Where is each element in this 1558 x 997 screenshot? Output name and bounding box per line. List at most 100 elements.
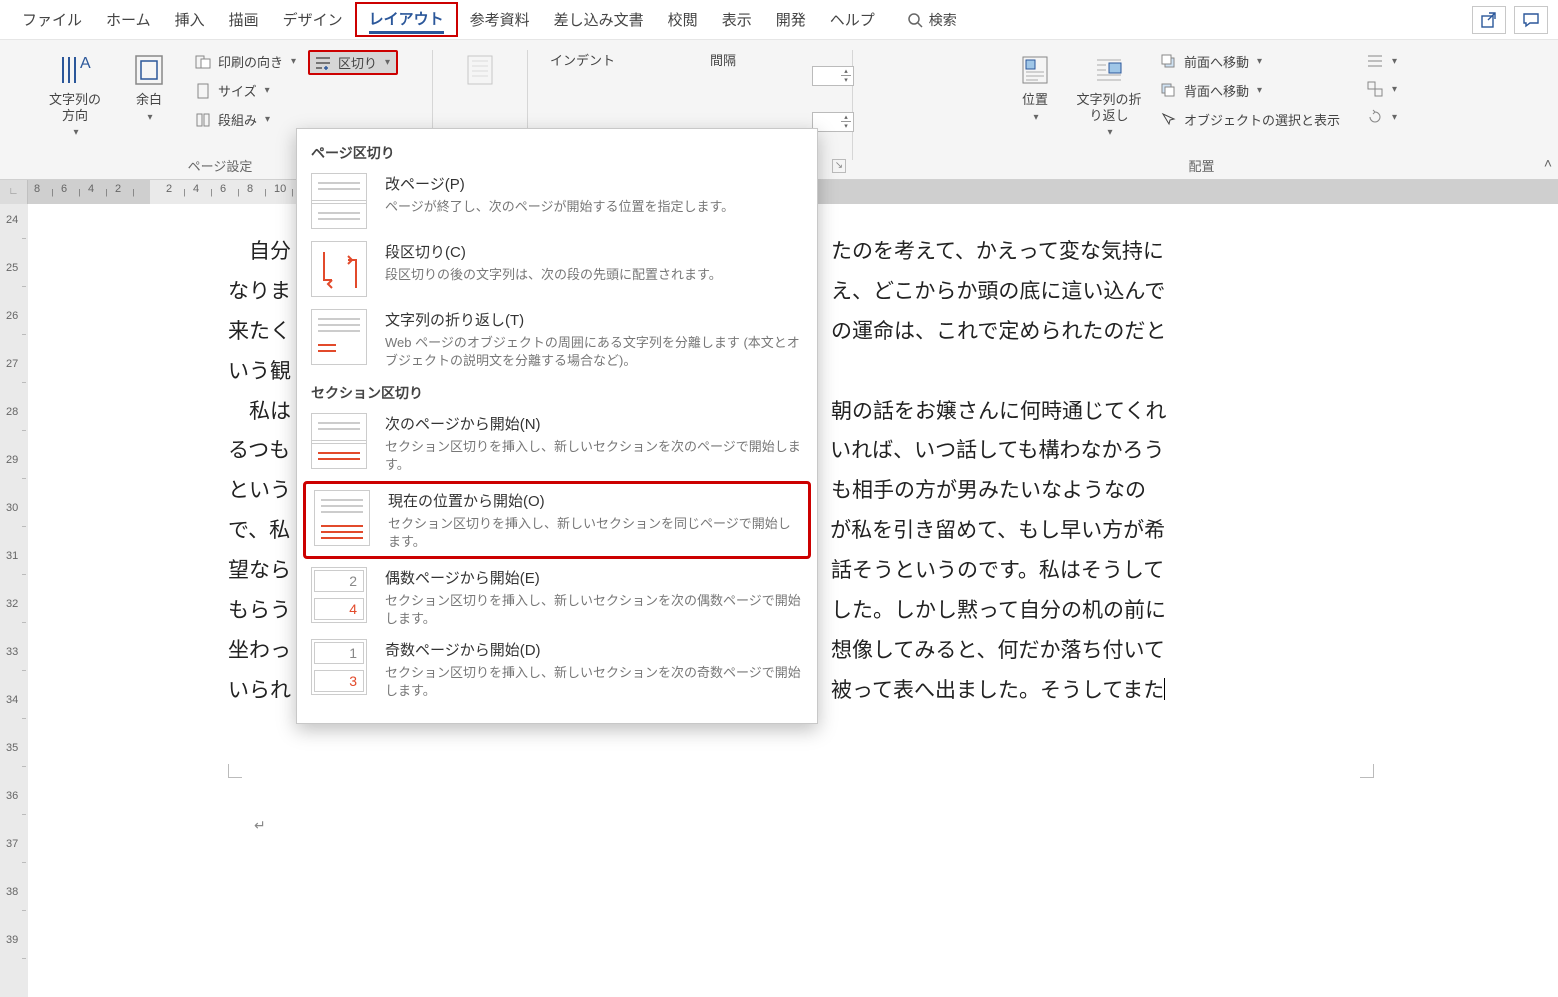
doc-text: いられ — [228, 679, 291, 702]
selection-pane-icon — [1160, 111, 1178, 129]
doc-text: たのを考えて、かえって変な気持に — [831, 240, 1164, 263]
doc-text: 坐わっ — [228, 639, 291, 662]
doc-text: 望なら — [228, 559, 291, 582]
break-item-continuous[interactable]: 現在の位置から開始(O)セクション区切りを挿入し、新しいセクションを同じページで… — [303, 481, 811, 559]
position-icon — [1017, 52, 1053, 88]
doc-text: いう観 — [228, 360, 291, 383]
margins-button[interactable]: 余白 ▾ — [116, 46, 182, 124]
send-backward-button[interactable]: 背面へ移動▾ — [1156, 79, 1344, 102]
text-direction-icon: A — [57, 52, 93, 88]
rotate-button[interactable]: ▾ — [1362, 106, 1401, 128]
vertical-ruler[interactable]: 24252627282930313233343536373839 — [0, 204, 28, 997]
spin-down-icon[interactable]: ▾ — [840, 76, 852, 85]
break-item-odd[interactable]: 1 3 奇数ページから開始(D)セクション区切りを挿入し、新しいセクションを次の… — [297, 633, 817, 705]
tab-view[interactable]: 表示 — [710, 1, 764, 38]
textwrap-break-desc: Web ページのオブジェクトの周囲にある文字列を分離します (本文とオブジェクト… — [385, 334, 803, 369]
breaks-dropdown: ページ区切り 改ページ(P)ページが終了し、次のページが開始する位置を指定します… — [296, 128, 818, 724]
nextpage-break-title: 次のページから開始(N) — [385, 413, 803, 434]
active-tab-underline — [369, 31, 444, 34]
nextpage-break-desc: セクション区切りを挿入し、新しいセクションを次のページで開始します。 — [385, 438, 803, 473]
tab-insert[interactable]: 挿入 — [163, 1, 217, 38]
comments-button[interactable] — [1514, 6, 1548, 34]
tab-layout[interactable]: レイアウト — [355, 2, 458, 37]
tab-mailmerge[interactable]: 差し込み文書 — [542, 1, 656, 38]
orientation-button[interactable]: 印刷の向き▾ — [190, 50, 300, 73]
doc-text: という — [228, 479, 291, 502]
paragraph-mark: ↵ — [254, 818, 266, 835]
tab-layout-label: レイアウト — [369, 11, 444, 28]
bring-forward-icon — [1160, 53, 1178, 71]
search-label: 検索 — [929, 10, 957, 30]
doc-text: した。しかし黙って自分の机の前に — [831, 599, 1166, 622]
menu-tab-bar: ファイル ホーム 挿入 描画 デザイン レイアウト 参考資料 差し込み文書 校閲… — [0, 0, 1558, 40]
indent-spin[interactable]: ▴▾ — [812, 66, 854, 86]
group-arrange: 位置▾ 文字列の折 り返し▾ 前面へ移動▾ 背面へ移動▾ — [855, 46, 1548, 179]
columns-button[interactable]: 段組み ▾ — [190, 108, 300, 131]
text-direction-button[interactable]: A 文字列の 方向 ▾ — [42, 46, 108, 139]
column-break-title: 段区切り(C) — [385, 241, 803, 262]
columns-icon — [194, 111, 212, 129]
chevron-down-icon: ▾ — [1257, 56, 1262, 67]
spin-up-icon[interactable]: ▴ — [840, 113, 852, 122]
manuscript-button[interactable] — [447, 46, 513, 88]
position-button[interactable]: 位置▾ — [1002, 46, 1068, 124]
tab-review[interactable]: 校閲 — [656, 1, 710, 38]
spin-down-icon[interactable]: ▾ — [840, 122, 852, 131]
page-break-icon — [311, 173, 367, 229]
wrap-text-button[interactable]: 文字列の折 り返し▾ — [1076, 46, 1142, 139]
break-item-column[interactable]: 段区切り(C)段区切りの後の文字列は、次の段の先頭に配置されます。 — [297, 235, 817, 303]
doc-text: 被って表へ出ました。そうしてまた — [831, 679, 1164, 702]
tab-developer[interactable]: 開発 — [764, 1, 818, 38]
spacing-spin[interactable]: ▴▾ — [812, 112, 854, 132]
textwrap-break-title: 文字列の折り返し(T) — [385, 309, 803, 330]
tab-help[interactable]: ヘルプ — [818, 1, 887, 38]
margins-label: 余白 — [136, 92, 162, 108]
odd-break-desc: セクション区切りを挿入し、新しいセクションを次の奇数ページで開始します。 — [385, 664, 803, 699]
paragraph-launcher[interactable]: ↘ — [832, 159, 846, 173]
search-box[interactable]: 検索 — [907, 10, 957, 30]
breaks-section-page: ページ区切り — [297, 135, 817, 167]
align-button[interactable]: ▾ — [1362, 50, 1401, 72]
spin-up-icon[interactable]: ▴ — [840, 67, 852, 76]
doc-text: 来たく — [228, 320, 291, 343]
columns-label: 段組み — [218, 110, 257, 129]
chevron-down-icon: ▾ — [265, 114, 270, 125]
doc-text: 朝の話をお嬢さんに何時通じてくれ — [831, 400, 1166, 423]
break-item-even[interactable]: 2 4 偶数ページから開始(E)セクション区切りを挿入し、新しいセクションを次の… — [297, 561, 817, 633]
even-break-title: 偶数ページから開始(E) — [385, 567, 803, 588]
wrap-text-label: 文字列の折 り返し — [1076, 92, 1141, 123]
group-icon — [1366, 80, 1384, 98]
selection-pane-button[interactable]: オブジェクトの選択と表示 — [1156, 108, 1344, 131]
break-item-page[interactable]: 改ページ(P)ページが終了し、次のページが開始する位置を指定します。 — [297, 167, 817, 235]
align-icon — [1366, 52, 1384, 70]
chevron-down-icon: ▾ — [1033, 112, 1038, 124]
size-button[interactable]: サイズ▾ — [190, 79, 300, 102]
tab-file[interactable]: ファイル — [10, 1, 94, 38]
tab-reference[interactable]: 参考資料 — [458, 1, 542, 38]
continuous-break-desc: セクション区切りを挿入し、新しいセクションを同じページで開始します。 — [388, 515, 800, 550]
chevron-down-icon: ▾ — [1392, 84, 1397, 95]
chevron-down-icon: ▾ — [73, 127, 78, 139]
doc-text: が私を引き留めて、もし早い方が希 — [830, 519, 1165, 542]
tab-draw[interactable]: 描画 — [217, 1, 271, 38]
tab-design[interactable]: デザイン — [271, 1, 355, 38]
chevron-down-icon: ▾ — [291, 56, 296, 67]
group-label-arrange: 配置 — [855, 156, 1548, 175]
collapse-ribbon-button[interactable]: ˄ — [1544, 155, 1552, 171]
titlebar-right — [1472, 6, 1548, 34]
breaks-label: 区切り — [338, 53, 377, 72]
doc-text: もらう — [228, 599, 291, 622]
even-break-desc: セクション区切りを挿入し、新しいセクションを次の偶数ページで開始します。 — [385, 592, 803, 627]
send-backward-label: 背面へ移動 — [1184, 81, 1249, 100]
doc-text: るつも — [228, 439, 290, 462]
doc-text: なりま — [228, 280, 291, 303]
break-item-nextpage[interactable]: 次のページから開始(N) セクション区切りを挿入し、新しいセクションを次のページで… — [297, 407, 817, 479]
break-item-textwrap[interactable]: 文字列の折り返し(T) Web ページのオブジェクトの周囲にある文字列を分離します… — [297, 303, 817, 375]
share-button[interactable] — [1472, 6, 1506, 34]
bring-forward-button[interactable]: 前面へ移動▾ — [1156, 50, 1344, 73]
orientation-icon — [194, 53, 212, 71]
textwrap-break-icon — [311, 309, 367, 365]
group-button[interactable]: ▾ — [1362, 78, 1401, 100]
tab-home[interactable]: ホーム — [94, 1, 163, 38]
breaks-button[interactable]: 区切り▾ — [308, 50, 398, 75]
